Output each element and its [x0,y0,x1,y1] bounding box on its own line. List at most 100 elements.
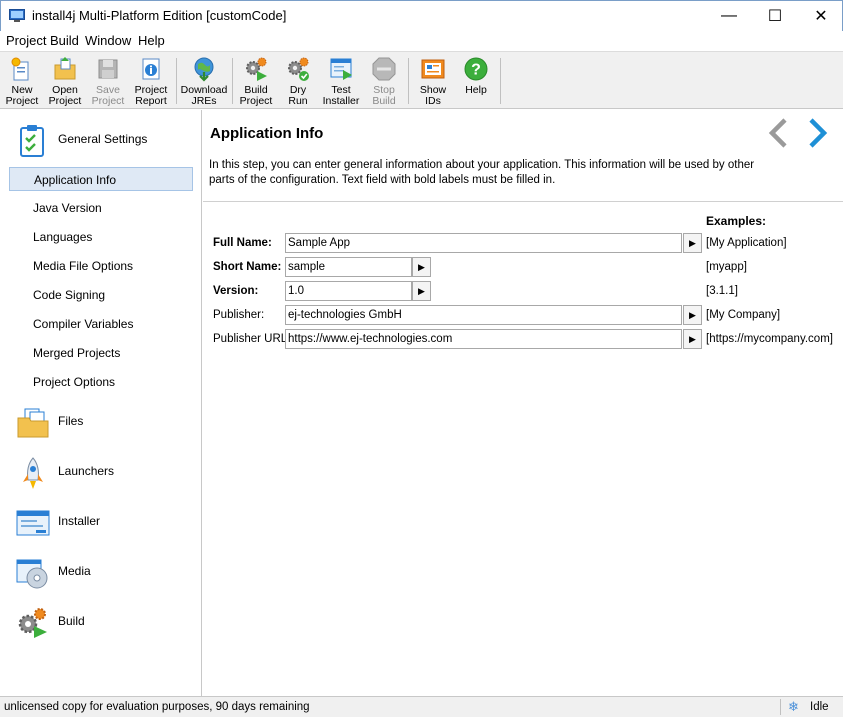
menu-bar: Project Build Window Help [0,31,843,51]
rocket-icon [23,457,43,489]
close-button[interactable]: ✕ [798,1,843,31]
triangle-right-icon: ▶ [689,309,696,320]
field-row-version: Version: ▶ [3.1.1] [203,281,843,303]
sidebar-section-label: Launchers [58,464,115,478]
toolbar-separator [500,58,501,104]
previous-step-button[interactable] [765,116,791,150]
minimize-button[interactable]: — [706,1,752,31]
triangle-right-icon: ▶ [689,333,696,344]
sidebar-section-launchers[interactable]: Launchers [0,452,200,492]
sidebar: General Settings Application Info Java V… [0,110,202,696]
dry-run-icon [288,57,309,81]
field-row-publisher: Publisher: ▶ [My Company] [203,305,843,327]
triangle-right-icon: ▶ [689,237,696,248]
sidebar-section-general-settings[interactable]: General Settings [0,120,200,160]
show-ids-button[interactable]: Show IDs [414,54,452,108]
field-row-publisher-url: Publisher URL: ▶ [https://mycompany.com] [203,329,843,351]
publisher-label: Publisher: [213,309,265,321]
sidebar-section-build[interactable]: Build [0,602,200,642]
test-installer-icon [330,58,352,80]
sidebar-item-project-options[interactable]: Project Options [9,370,193,394]
sidebar-section-media[interactable]: Media [0,552,200,592]
publisher-url-input[interactable] [285,329,682,349]
snowflake-icon: ❄ [788,699,799,714]
stop-build-button[interactable]: Stop Build [366,54,402,108]
full-name-label: Full Name: [213,237,272,249]
version-label: Version: [213,285,259,297]
download-jres-icon [194,57,214,82]
sidebar-section-files[interactable]: Files [0,402,200,442]
build-state: Idle [810,701,829,713]
sidebar-item-code-signing[interactable]: Code Signing [9,283,193,307]
save-project-icon [98,59,118,79]
status-bar: unlicensed copy for evaluation purposes,… [0,696,843,717]
short-name-example: [myapp] [706,261,747,273]
short-name-input[interactable] [285,257,412,277]
version-example: [3.1.1] [706,285,738,297]
publisher-url-example: [https://mycompany.com] [706,333,833,345]
sidebar-item-java-version[interactable]: Java Version [9,196,193,220]
full-name-variable-button[interactable]: ▶ [683,233,702,253]
sidebar-section-label: Installer [58,514,101,528]
help-icon: ? [464,57,488,81]
version-variable-button[interactable]: ▶ [412,281,431,301]
maximize-button[interactable]: ☐ [752,1,798,31]
folder-icon [17,408,49,438]
build-gears-icon [18,608,47,638]
help-button[interactable]: ? Help [458,54,494,108]
step-header: Application Info In this step, you can e… [203,110,843,202]
sidebar-section-installer[interactable]: Installer [0,502,200,542]
open-project-button[interactable]: Open Project [45,54,85,108]
window-title: install4j Multi-Platform Edition [custom… [32,8,287,23]
installer-window-icon [16,510,50,536]
status-separator [780,699,781,715]
toolbar: New Project Open Project Save Project Pr… [0,51,843,109]
main-panel: Application Info In this step, you can e… [203,110,843,696]
short-name-label: Short Name: [213,261,282,273]
show-ids-icon [421,59,445,79]
title-bar: install4j Multi-Platform Edition [custom… [0,0,843,31]
menu-help[interactable]: Help [138,33,165,48]
build-project-icon [246,57,267,81]
toolbar-separator [176,58,177,104]
menu-build[interactable]: Build [50,33,79,48]
open-project-icon [54,57,76,80]
save-project-button[interactable]: Save Project [89,54,127,108]
full-name-input[interactable] [285,233,682,253]
project-report-icon [142,58,160,80]
sidebar-item-media-file-options[interactable]: Media File Options [9,254,193,278]
test-installer-button[interactable]: Test Installer [320,54,362,108]
sidebar-item-languages[interactable]: Languages [9,225,193,249]
publisher-input[interactable] [285,305,682,325]
sidebar-section-label: Build [58,614,85,628]
build-project-button[interactable]: Build Project [236,54,276,108]
field-row-short-name: Short Name: ▶ [myapp] [203,257,843,279]
sidebar-item-compiler-variables[interactable]: Compiler Variables [9,312,193,336]
publisher-variable-button[interactable]: ▶ [683,305,702,325]
menu-window[interactable]: Window [85,33,131,48]
sidebar-section-label: General Settings [58,132,148,146]
publisher-url-label: Publisher URL: [213,333,291,345]
triangle-right-icon: ▶ [418,261,425,272]
triangle-right-icon: ▶ [418,285,425,296]
media-disc-icon [16,559,48,589]
new-project-icon [11,57,29,81]
toolbar-separator [232,58,233,104]
short-name-variable-button[interactable]: ▶ [412,257,431,277]
version-input[interactable] [285,281,412,301]
app-icon [9,9,25,22]
next-step-button[interactable] [805,116,831,150]
toolbar-separator [408,58,409,104]
full-name-example: [My Application] [706,237,787,249]
sidebar-item-application-info[interactable]: Application Info [9,167,193,191]
menu-project[interactable]: Project [6,33,46,48]
project-report-button[interactable]: Project Report [131,54,171,108]
examples-header: Examples: [706,214,767,228]
dry-run-button[interactable]: Dry Run [280,54,316,108]
page-description: In this step, you can enter general info… [209,159,755,186]
publisher-url-variable-button[interactable]: ▶ [683,329,702,349]
new-project-button[interactable]: New Project [3,54,41,108]
sidebar-section-label: Files [58,414,84,428]
download-jres-button[interactable]: Download JREs [180,54,228,108]
sidebar-item-merged-projects[interactable]: Merged Projects [9,341,193,365]
